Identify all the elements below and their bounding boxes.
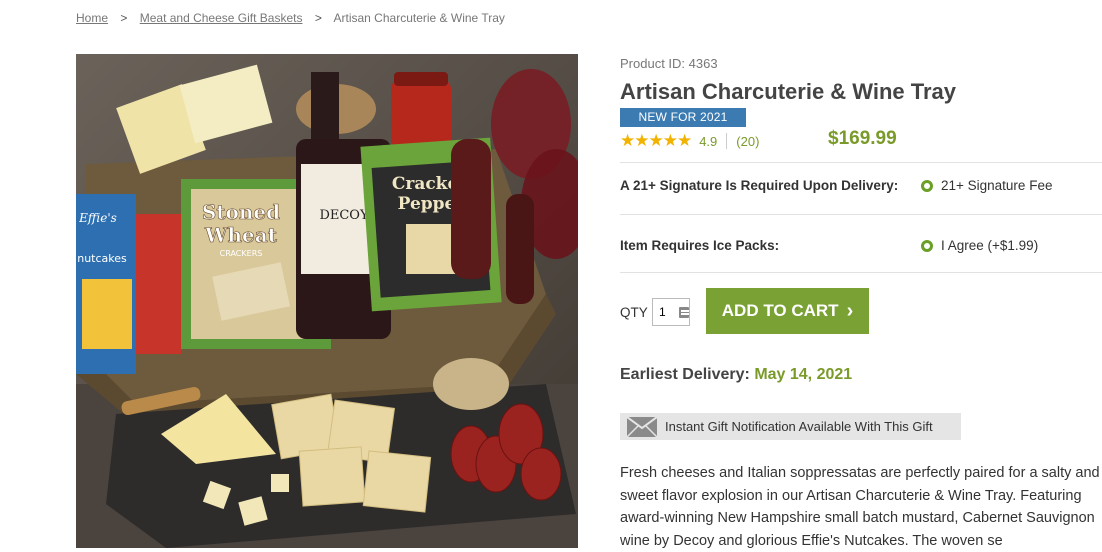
product-id: Product ID: 4363: [620, 56, 718, 71]
product-description: Fresh cheeses and Italian soppressatas a…: [620, 465, 1100, 549]
qty-input[interactable]: [653, 305, 677, 319]
add-to-cart-button[interactable]: ADD TO CART ›: [706, 288, 869, 334]
signature-option-label: 21+ Signature Fee: [941, 178, 1053, 193]
rating-row: ★★★★★ 4.9 (20): [620, 131, 759, 151]
breadcrumb: Home > Meat and Cheese Gift Baskets > Ar…: [76, 11, 505, 25]
new-badge: NEW FOR 2021: [620, 108, 746, 127]
breadcrumb-current: Artisan Charcuterie & Wine Tray: [333, 11, 505, 25]
crackers-1-line1: Stoned: [202, 200, 280, 224]
gift-notification-text: Instant Gift Notification Available With…: [665, 419, 933, 434]
nutcakes-label: nutcakes: [77, 252, 127, 265]
breadcrumb-home-link[interactable]: Home: [76, 11, 108, 25]
qty-stepper[interactable]: [652, 298, 690, 326]
envelope-icon: [627, 416, 657, 437]
icepacks-option[interactable]: I Agree (+$1.99): [921, 238, 1038, 253]
product-image[interactable]: Stoned Wheat CRACKERS DECOY Cracked Pepp…: [76, 54, 578, 548]
breadcrumb-category-link[interactable]: Meat and Cheese Gift Baskets: [140, 11, 303, 25]
divider: [620, 214, 1102, 215]
signature-option[interactable]: 21+ Signature Fee: [921, 178, 1052, 193]
signature-label: A 21+ Signature Is Required Upon Deliver…: [620, 178, 899, 193]
icepacks-option-label: I Agree (+$1.99): [941, 238, 1039, 253]
crackers-1-line2: Wheat: [204, 223, 278, 247]
rating-value[interactable]: 4.9: [699, 134, 717, 149]
effies-label: Effie's: [78, 211, 117, 225]
chevron-right-icon: ›: [846, 300, 854, 322]
price: $169.99: [828, 128, 897, 149]
wine-label: DECOY: [319, 208, 369, 223]
breadcrumb-separator: >: [120, 11, 128, 25]
add-to-cart-label: ADD TO CART: [721, 301, 839, 320]
product-title: Artisan Charcuterie & Wine Tray: [620, 79, 957, 104]
earliest-delivery-date: May 14, 2021: [754, 366, 853, 383]
icepacks-label: Item Requires Ice Packs:: [620, 238, 780, 253]
star-rating-icon: ★★★★★: [620, 131, 692, 150]
breadcrumb-separator: >: [314, 11, 322, 25]
review-count[interactable]: (20): [736, 134, 759, 149]
divider: [620, 272, 1102, 273]
qty-label: QTY: [620, 305, 648, 320]
radio-selected-icon[interactable]: [921, 179, 933, 192]
gift-notification-banner: Instant Gift Notification Available With…: [620, 413, 961, 440]
earliest-delivery-label: Earliest Delivery:: [620, 366, 750, 383]
radio-selected-icon[interactable]: [921, 239, 933, 252]
earliest-delivery: Earliest Delivery: May 14, 2021: [620, 366, 852, 384]
rating-divider: [726, 133, 728, 149]
stepper-icon[interactable]: [679, 306, 689, 318]
crackers-1-line3: CRACKERS: [220, 249, 263, 258]
divider: [620, 162, 1102, 163]
